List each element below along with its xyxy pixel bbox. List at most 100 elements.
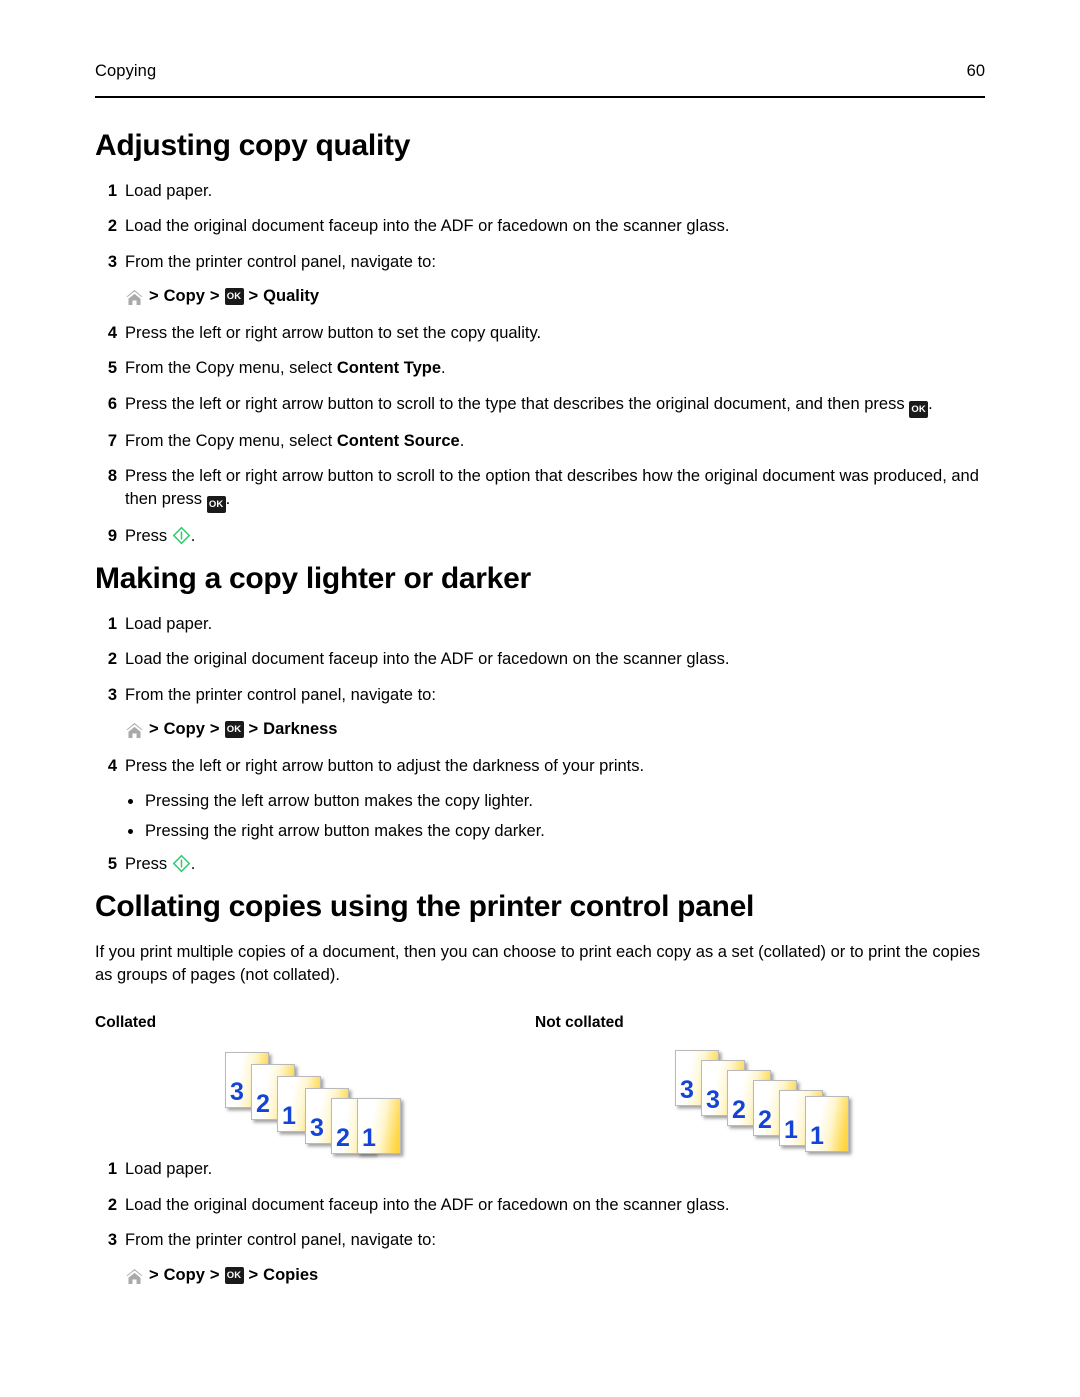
page-sheet: 1	[805, 1096, 849, 1153]
step-item: 6 Press the left or right arrow button t…	[95, 393, 990, 418]
step-item: 3 From the printer control panel, naviga…	[95, 684, 990, 707]
step-number: 6	[107, 394, 117, 413]
page-number: 60	[966, 62, 985, 80]
running-header: Copying 60	[95, 62, 985, 98]
sheet-number: 2	[336, 1124, 350, 1153]
step-text: Load the original document faceup into t…	[125, 1195, 730, 1214]
path-item-quality: Quality	[263, 287, 320, 306]
home-icon	[125, 721, 144, 740]
step-text: Load paper.	[125, 1160, 213, 1179]
step-item: 2 Load the original document faceup into…	[95, 215, 990, 238]
sheet-number: 1	[784, 1116, 798, 1145]
path-item-copy: Copy	[163, 287, 205, 306]
step-text-end: .	[225, 490, 231, 509]
page-sheet: 1	[357, 1098, 401, 1155]
heading-adjusting-copy-quality: Adjusting copy quality	[95, 129, 411, 162]
step-text-end: .	[190, 855, 196, 874]
step-item: 3 From the printer control panel, naviga…	[95, 251, 990, 274]
step-number: 3	[107, 252, 117, 271]
not-collated-stack-illustration: 3 3 2 2 1 1	[675, 1046, 975, 1158]
step-list-quality-2: 4 Press the left or right arrow button t…	[95, 322, 990, 549]
step-text-end: .	[190, 527, 196, 546]
path-separator: >	[149, 720, 159, 739]
chapter-name: Copying	[95, 62, 157, 80]
path-separator: >	[149, 287, 159, 306]
sheet-number: 2	[256, 1090, 270, 1119]
sheet-number: 3	[230, 1078, 244, 1107]
step-list-darkness-1: 1 Load paper. 2 Load the original docume…	[95, 613, 990, 707]
step-text: Load the original document faceup into t…	[125, 650, 730, 669]
step-number: 3	[107, 1231, 117, 1250]
step-number: 2	[107, 217, 117, 236]
path-separator: >	[209, 287, 220, 306]
list-item: Pressing the left arrow button makes the…	[125, 790, 990, 813]
step-number: 5	[107, 855, 117, 874]
step-item: 9 Press .	[95, 525, 990, 548]
sheet-number: 1	[282, 1102, 296, 1131]
step-number: 5	[107, 359, 117, 378]
document-page: Copying 60 Adjusting copy quality 1 Load…	[0, 0, 1080, 1397]
path-item-copy: Copy	[163, 1265, 205, 1284]
path-separator: >	[248, 1265, 259, 1284]
step-item: 5 Press .	[95, 853, 990, 876]
ok-button-icon: OK	[224, 721, 244, 739]
step-text: Press the left or right arrow button to …	[125, 323, 542, 342]
step-text: From the Copy menu, select	[125, 359, 337, 378]
step-text: Press the left or right arrow button to …	[125, 466, 979, 509]
step-number: 3	[107, 685, 117, 704]
step-text-end: .	[441, 359, 446, 378]
ok-button-icon: OK	[909, 400, 929, 418]
navigation-path-quality: > Copy > OK > Quality	[95, 286, 990, 307]
path-separator: >	[209, 1265, 220, 1284]
collate-figure-labels: Collated Not collated	[95, 1014, 990, 1040]
step-item: 1 Load paper.	[95, 1158, 990, 1181]
sheet-number: 3	[680, 1076, 694, 1105]
list-item: Pressing the right arrow button makes th…	[125, 820, 990, 843]
heading-collating-copies: Collating copies using the printer contr…	[95, 889, 754, 923]
home-icon	[125, 1267, 144, 1286]
step-number: 8	[107, 466, 117, 485]
path-separator: >	[248, 287, 259, 306]
path-separator: >	[149, 1265, 159, 1284]
step-text: Press the left or right arrow button to …	[125, 394, 910, 413]
sheet-number: 3	[706, 1086, 720, 1115]
step-number: 2	[107, 1195, 117, 1214]
step-item: 1 Load paper.	[95, 613, 990, 636]
path-item-copy: Copy	[163, 720, 205, 739]
bullet-list-darkness: Pressing the left arrow button makes the…	[95, 790, 990, 843]
step-item: 4 Press the left or right arrow button t…	[95, 322, 990, 345]
sheet-number: 1	[810, 1122, 824, 1151]
start-icon	[172, 854, 191, 873]
step-number: 2	[107, 650, 117, 669]
step-text: Load the original document faceup into t…	[125, 217, 730, 236]
step-item: 3 From the printer control panel, naviga…	[95, 1229, 990, 1252]
step-item: 1 Load paper.	[95, 180, 990, 203]
path-item-copies: Copies	[263, 1265, 319, 1284]
navigation-path-darkness: > Copy > OK > Darkness	[95, 719, 990, 740]
step-item: 8 Press the left or right arrow button t…	[95, 465, 990, 514]
label-not-collated: Not collated	[535, 1014, 624, 1032]
step-number: 4	[107, 756, 117, 775]
step-emphasis: Content Type	[336, 359, 442, 378]
step-item: 4 Press the left or right arrow button t…	[95, 755, 990, 778]
step-text: From the printer control panel, navigate…	[125, 1231, 436, 1250]
path-item-darkness: Darkness	[263, 720, 338, 739]
step-item: 5 From the Copy menu, select Content Typ…	[95, 357, 990, 380]
label-collated: Collated	[95, 1014, 157, 1032]
collate-figures: 3 2 1 3 2 1 3 3 2 2 1 1	[95, 1046, 990, 1158]
navigation-path-copies: > Copy > OK > Copies	[95, 1265, 990, 1286]
home-icon	[125, 288, 144, 307]
collating-description: If you print multiple copies of a docume…	[95, 942, 981, 985]
step-item: 7 From the Copy menu, select Content Sou…	[95, 430, 990, 453]
heading-making-a-copy-lighter-or-darker: Making a copy lighter or darker	[95, 561, 531, 595]
start-icon	[172, 526, 191, 545]
sheet-number: 3	[310, 1114, 324, 1143]
step-text-end: .	[459, 431, 465, 450]
step-number: 1	[107, 614, 117, 633]
sheet-number: 2	[758, 1106, 772, 1135]
step-emphasis: Content Source	[336, 431, 460, 450]
step-text: Load paper.	[125, 614, 213, 633]
step-list-collating: 1 Load paper. 2 Load the original docume…	[95, 1158, 990, 1252]
step-number: 9	[107, 527, 117, 546]
ok-button-icon: OK	[224, 1266, 244, 1284]
